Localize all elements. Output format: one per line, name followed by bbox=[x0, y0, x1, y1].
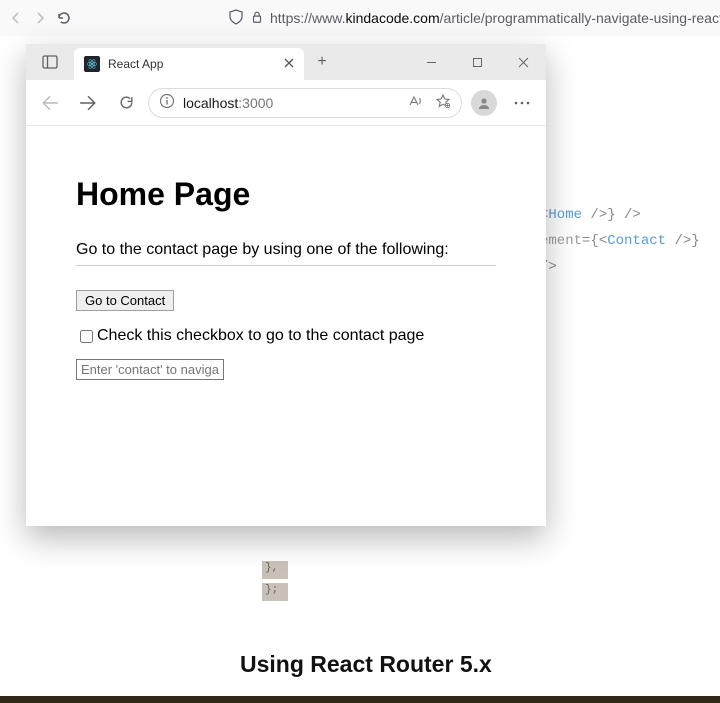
browser-toolbar: localhost:3000 bbox=[26, 80, 546, 126]
menu-button[interactable] bbox=[506, 87, 538, 119]
intro-text: Go to the contact page by using one of t… bbox=[76, 241, 496, 259]
page-title: Home Page bbox=[76, 176, 496, 213]
new-tab-button[interactable]: + bbox=[304, 44, 340, 80]
divider bbox=[76, 265, 496, 266]
address-bar[interactable]: localhost:3000 bbox=[148, 88, 462, 118]
navigate-checkbox[interactable] bbox=[80, 330, 93, 343]
shield-icon bbox=[88, 9, 244, 28]
profile-button[interactable] bbox=[468, 87, 500, 119]
outer-browser-toolbar: https://www.kindacode.com/article/progra… bbox=[0, 0, 720, 36]
info-icon bbox=[159, 93, 175, 112]
browser-tab[interactable]: React App bbox=[74, 48, 304, 80]
reload-button[interactable] bbox=[110, 87, 142, 119]
code-fragment: ement={<Contact />} /> bbox=[540, 228, 720, 280]
maximize-button[interactable] bbox=[454, 44, 500, 80]
tab-title: React App bbox=[108, 57, 163, 71]
back-button[interactable] bbox=[8, 4, 24, 32]
reload-button[interactable] bbox=[56, 4, 72, 32]
popup-window: React App + localhost:3000 bbox=[26, 44, 546, 526]
forward-button[interactable] bbox=[72, 87, 104, 119]
url-text: localhost:3000 bbox=[183, 95, 273, 111]
forward-button[interactable] bbox=[32, 4, 48, 32]
window-titlebar: React App + bbox=[26, 44, 546, 80]
code-fragment: <Home />} /> bbox=[540, 202, 720, 228]
address-bar[interactable]: https://www.kindacode.com/article/progra… bbox=[80, 9, 720, 28]
close-tab-button[interactable] bbox=[284, 57, 294, 71]
go-to-contact-button[interactable]: Go to Contact bbox=[76, 290, 174, 311]
code-gutter: }, }; bbox=[262, 561, 288, 601]
page-content: Home Page Go to the contact page by usin… bbox=[26, 126, 546, 526]
react-icon bbox=[84, 56, 100, 72]
read-aloud-icon[interactable] bbox=[407, 93, 423, 112]
tab-actions-button[interactable] bbox=[26, 44, 74, 80]
minimize-button[interactable] bbox=[408, 44, 454, 80]
favorites-icon[interactable] bbox=[435, 93, 451, 112]
section-heading: Using React Router 5.x bbox=[240, 651, 492, 678]
close-window-button[interactable] bbox=[500, 44, 546, 80]
checkbox-label: Check this checkbox to go to the contact… bbox=[97, 327, 424, 345]
url-text: https://www.kindacode.com/article/progra… bbox=[270, 10, 720, 26]
navigate-input[interactable] bbox=[76, 359, 224, 380]
window-controls bbox=[408, 44, 546, 80]
lock-icon bbox=[250, 10, 264, 27]
bottom-bar bbox=[0, 696, 720, 703]
back-button[interactable] bbox=[34, 87, 66, 119]
